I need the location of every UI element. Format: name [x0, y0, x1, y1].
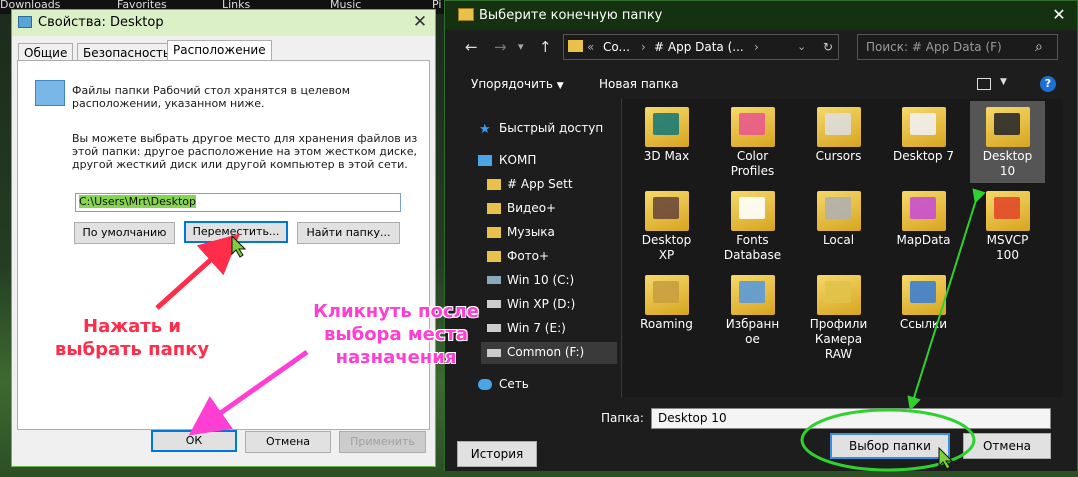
- annotation-arrows: [155, 188, 986, 472]
- pink-annotation-line-3: назначения: [335, 347, 457, 368]
- red-annotation-line-2: выбрать папку: [54, 339, 210, 360]
- red-annotation-line-1: Нажать и: [83, 316, 181, 337]
- mouse-cursor-icon: [938, 446, 954, 470]
- pink-annotation: Кликнуть после выбора места назначения: [291, 300, 501, 369]
- pink-annotation-line-1: Кликнуть после: [313, 301, 479, 322]
- pink-annotation-line-2: выбора места: [323, 324, 469, 345]
- red-annotation: Нажать и выбрать папку: [27, 315, 237, 361]
- red-arrow: [155, 233, 240, 310]
- mouse-cursor-icon: [231, 234, 247, 258]
- green-arrow: [907, 188, 986, 411]
